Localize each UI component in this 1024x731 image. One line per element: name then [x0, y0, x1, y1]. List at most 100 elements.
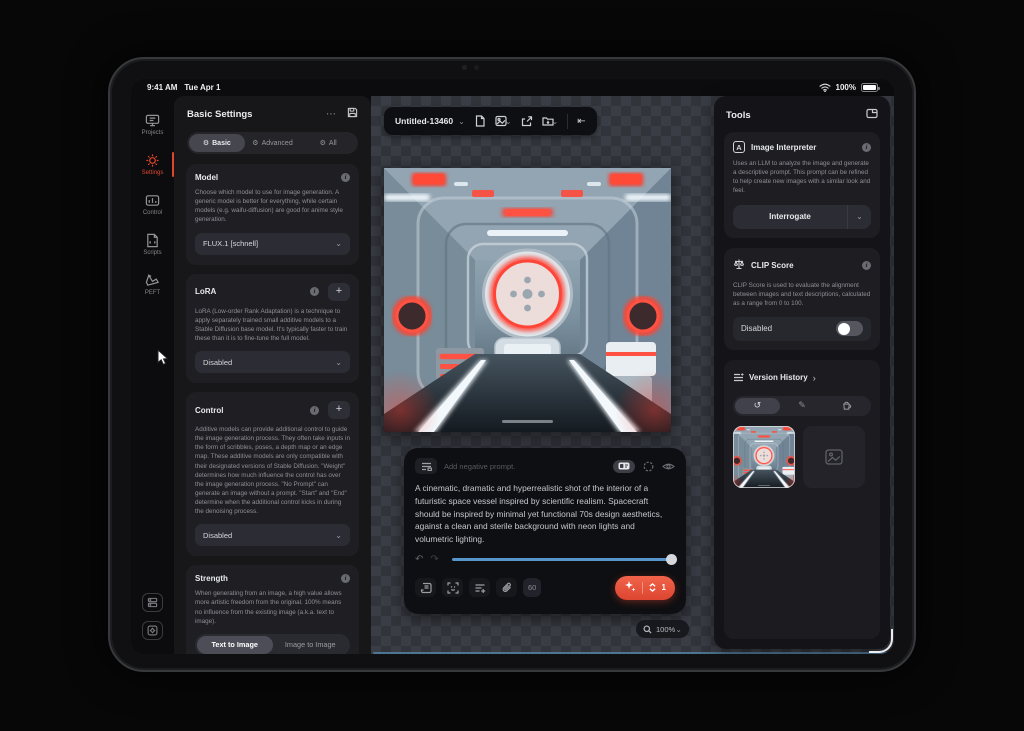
info-icon[interactable]: i	[341, 173, 350, 182]
face-restore-button[interactable]	[442, 578, 463, 597]
panel-pin-button[interactable]	[866, 106, 878, 124]
share-button[interactable]	[521, 115, 533, 127]
negative-prompt-placeholder[interactable]: Add negative prompt.	[444, 462, 606, 471]
chevron-down-icon: ⌄	[335, 531, 342, 540]
version-thumbnail-current[interactable]	[733, 426, 795, 488]
insert-image-button[interactable]: ⌄	[495, 115, 512, 127]
chevron-down-icon: ⌄	[552, 117, 559, 126]
slider-knob[interactable]	[666, 554, 677, 565]
version-history-card: Version History › ↺ ✎	[724, 360, 880, 639]
canvas-bottom-edge	[373, 652, 892, 654]
interrogate-button[interactable]: Interrogate ⌄	[733, 205, 871, 229]
more-options-icon[interactable]: ⋯	[326, 109, 337, 120]
sidebar-item-control[interactable]: Control	[131, 188, 174, 221]
image-interpreter-card: A Image Interpreter i Uses an LLM to ana…	[724, 132, 880, 238]
text-to-image-option[interactable]: Text to Image	[197, 636, 273, 654]
toolbar-divider	[567, 114, 568, 129]
battery-percent: 100%	[836, 83, 856, 92]
info-icon[interactable]: i	[341, 574, 350, 583]
new-document-button[interactable]	[474, 115, 486, 127]
strength-title: Strength	[195, 574, 336, 583]
clip-score-toggle[interactable]	[836, 321, 863, 336]
chevron-right-icon[interactable]: ›	[813, 373, 816, 383]
image-mode-toggle[interactable]	[613, 460, 635, 473]
batch-stepper[interactable]	[649, 583, 656, 592]
prompt-strength-slider[interactable]	[452, 554, 675, 565]
collapse-panel-icon[interactable]: ⇤	[577, 116, 585, 127]
info-icon[interactable]: i	[862, 143, 871, 152]
app-preferences-button[interactable]	[142, 621, 163, 640]
image-to-image-option[interactable]: Image to Image	[273, 636, 349, 654]
negative-prompt-icon	[421, 462, 432, 471]
stage: 9:41 AM Tue Apr 1 100% Projects	[0, 0, 1024, 731]
interpreter-title: Image Interpreter	[751, 143, 856, 152]
generated-image[interactable]	[384, 168, 671, 432]
add-to-list-button[interactable]	[469, 578, 490, 597]
sidebar-item-label: PEFT	[145, 290, 160, 296]
generate-button[interactable]: 1	[615, 576, 675, 600]
sidebar-item-peft[interactable]: PEFT	[131, 268, 174, 301]
clip-score-title: CLIP Score	[751, 261, 856, 270]
list-add-icon	[474, 582, 486, 594]
sidebar-rail: Projects Settings Control Scripts PEFT	[131, 96, 174, 654]
tab-advanced[interactable]: ⚙ Advanced	[245, 134, 301, 152]
add-control-button[interactable]: +	[328, 401, 350, 419]
scroll-icon	[420, 582, 432, 594]
version-thumbnail-placeholder[interactable]	[803, 426, 865, 488]
zoom-control[interactable]: 100% ⌄	[636, 620, 689, 638]
lora-dropdown[interactable]: Disabled ⌄	[195, 351, 350, 373]
add-lora-button[interactable]: +	[328, 283, 350, 301]
interrogate-options-button[interactable]: ⌄	[847, 205, 871, 229]
control-value: Disabled	[203, 531, 232, 540]
history-tab[interactable]: ↺	[735, 398, 780, 414]
info-icon[interactable]: i	[862, 261, 871, 270]
mouse-cursor	[157, 349, 170, 371]
save-to-folder-button[interactable]: ⌄	[542, 115, 559, 127]
settings-scroll-area[interactable]: Model i Choose which model to use for im…	[174, 164, 371, 654]
sidebar-item-label: Projects	[142, 130, 164, 136]
chevron-down-icon: ⌄	[675, 625, 682, 634]
paperclip-icon	[501, 582, 513, 594]
control-card: Control i + Additive models can provide …	[186, 392, 359, 556]
sidebar-item-settings[interactable]: Settings	[131, 148, 174, 181]
edits-tab[interactable]: ✎	[780, 398, 825, 414]
model-description: Choose which model to use for image gene…	[195, 188, 350, 225]
sidebar-item-scripts[interactable]: Scripts	[131, 228, 174, 261]
battery-icon	[861, 83, 878, 92]
tab-all[interactable]: ⚙ All	[300, 134, 356, 152]
strength-card: Strength i When generating from an image…	[186, 565, 359, 654]
interpreter-icon: A	[733, 141, 745, 153]
info-icon[interactable]: i	[310, 406, 319, 415]
status-bar: 9:41 AM Tue Apr 1 100%	[131, 79, 894, 96]
eye-icon[interactable]	[662, 461, 675, 472]
ipad-device-frame: 9:41 AM Tue Apr 1 100% Projects	[108, 57, 916, 672]
version-history-tabs: ↺ ✎	[733, 396, 871, 416]
chat-bubble-icon[interactable]	[642, 461, 655, 472]
negative-prompt-button[interactable]	[415, 458, 437, 474]
model-dropdown[interactable]: FLUX.1 [schnell] ⌄	[195, 233, 350, 255]
tab-basic[interactable]: ⚙ Basic	[189, 134, 245, 152]
face-viewfinder-icon	[447, 582, 459, 594]
redo-icon[interactable]: ↷	[430, 554, 438, 565]
lora-card: LoRA i + LoRA (Low-order Rank Adaptation…	[186, 274, 359, 384]
tab-label: All	[329, 140, 337, 147]
chevron-down-icon[interactable]: ⌄	[458, 117, 465, 126]
interrogate-label: Interrogate	[733, 212, 847, 221]
prompt-library-button[interactable]	[415, 578, 436, 597]
clock-date: Tue Apr 1	[184, 83, 220, 92]
canvas-toolbar: Untitled-13460 ⌄ ⌄	[384, 107, 597, 135]
counter-badge[interactable]: 60	[523, 578, 541, 597]
attach-button[interactable]	[496, 578, 517, 597]
settings-tabs: ⚙ Basic ⚙ Advanced ⚙ All	[187, 132, 358, 154]
save-preset-button[interactable]	[347, 105, 358, 123]
pot-tab[interactable]	[824, 398, 869, 414]
save-icon	[347, 107, 358, 118]
document-title[interactable]: Untitled-13460	[395, 116, 453, 126]
sidebar-item-projects[interactable]: Projects	[131, 108, 174, 141]
tab-label: Basic	[212, 140, 231, 147]
control-dropdown[interactable]: Disabled ⌄	[195, 524, 350, 546]
undo-icon[interactable]: ↶	[415, 554, 423, 565]
machine-queue-button[interactable]	[142, 593, 163, 612]
prompt-text[interactable]: A cinematic, dramatic and hyperrealistic…	[415, 482, 675, 546]
info-icon[interactable]: i	[310, 287, 319, 296]
